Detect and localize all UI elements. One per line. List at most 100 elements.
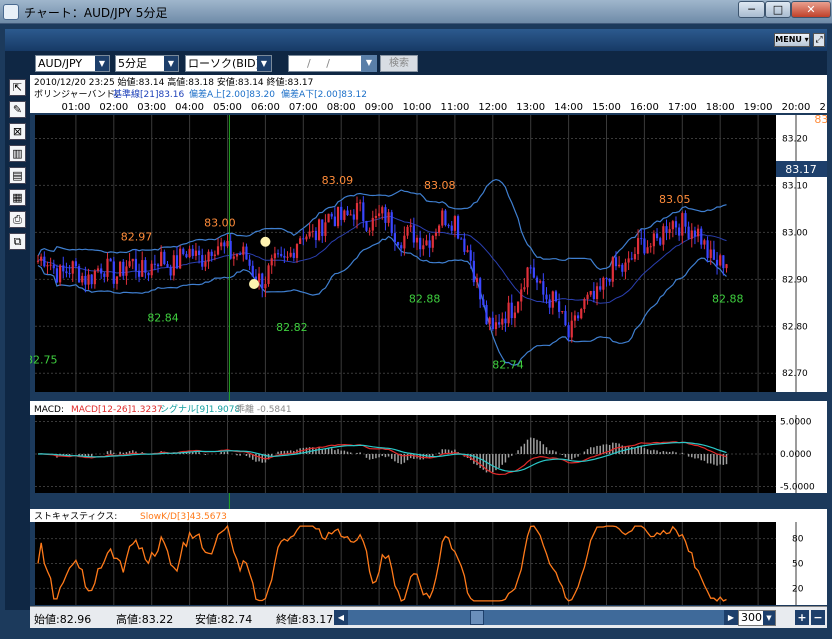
- note-icon[interactable]: ▦: [9, 189, 26, 206]
- bb-up-label: 偏差A上[2.00]83.20: [189, 88, 275, 100]
- macd-tick-label: -5.0000: [780, 483, 815, 493]
- indicator-icon[interactable]: ⊠: [9, 123, 26, 140]
- candle-body: [169, 267, 172, 276]
- scroll-right-arrow-icon[interactable]: ▶: [724, 610, 738, 625]
- candle-body: [412, 225, 415, 243]
- scroll-left-arrow-icon[interactable]: ◀: [334, 610, 348, 625]
- candle-body: [403, 235, 406, 249]
- candle-body: [450, 225, 453, 231]
- currency-pair-select[interactable]: AUD/JPY ▼: [35, 55, 110, 72]
- candle-body: [630, 258, 633, 260]
- candle-body: [321, 219, 324, 236]
- candle-body: [551, 291, 554, 308]
- candle-body: [197, 250, 201, 256]
- cursor-icon[interactable]: ⇱: [9, 79, 26, 96]
- candle-body: [684, 213, 687, 227]
- candle-body: [700, 228, 703, 245]
- candle-body: [340, 206, 343, 220]
- candle-body: [488, 317, 491, 325]
- candle-body: [479, 278, 482, 300]
- candle-body: [595, 286, 599, 300]
- pencil-icon[interactable]: ✎: [9, 101, 26, 118]
- candle-body: [235, 254, 239, 257]
- scrollbar-thumb[interactable]: [470, 610, 484, 625]
- marker-point[interactable]: [260, 236, 271, 247]
- minimize-button[interactable]: ─: [738, 1, 765, 18]
- annotation-label: 83.00: [204, 216, 236, 229]
- annotation-label: 82.75: [30, 354, 58, 367]
- maximize-button[interactable]: □: [765, 1, 791, 18]
- candle-body: [422, 245, 425, 250]
- candle-body: [103, 273, 106, 277]
- candle-body: [624, 262, 627, 272]
- candle-body: [655, 233, 659, 239]
- candle-body: [96, 268, 100, 271]
- candle-body: [153, 263, 156, 265]
- candle-body: [346, 210, 349, 216]
- candle-body: [715, 259, 719, 266]
- zoom-in-button[interactable]: +: [795, 610, 809, 625]
- candle-body: [589, 290, 592, 295]
- price-tick-label: 82.70: [782, 369, 808, 379]
- candle-body: [156, 264, 160, 267]
- candle-body: [283, 255, 286, 258]
- candle-body: [185, 254, 188, 258]
- x-tick-label: 10:00: [403, 102, 432, 113]
- candle-body: [611, 257, 614, 282]
- candle-body: [513, 312, 517, 319]
- bb-label: ボリンジャーバンド:: [34, 89, 118, 100]
- candle-body: [681, 213, 684, 236]
- chart-area[interactable]: 2010/12/20 23:25 始値:83.14 高値:83.18 安値:83…: [30, 75, 827, 607]
- candle-body: [264, 283, 267, 289]
- candle-body: [336, 206, 340, 227]
- candle-body: [223, 242, 226, 247]
- chevron-down-icon: ▼: [164, 56, 178, 71]
- candle-body: [330, 213, 333, 217]
- candle-body: [141, 260, 144, 277]
- candle-body: [207, 251, 210, 262]
- candle-body: [659, 238, 662, 245]
- candle-body: [469, 250, 472, 261]
- menu-button[interactable]: MENU ▾: [774, 33, 810, 47]
- candle-body: [308, 231, 311, 237]
- annotation-label: 83.05: [659, 193, 691, 206]
- calendar-dropdown-icon[interactable]: ▼: [361, 55, 377, 72]
- candle-body: [425, 240, 428, 246]
- candle-body: [456, 216, 460, 239]
- candle-body: [343, 210, 346, 220]
- candle-body: [444, 210, 447, 226]
- zoom-out-button[interactable]: −: [811, 610, 825, 625]
- search-button[interactable]: 検索: [380, 55, 418, 72]
- candle-body: [706, 240, 709, 258]
- annotation-label: 83.09: [322, 174, 354, 187]
- window-icon[interactable]: ⧉: [9, 233, 26, 250]
- candle-body: [131, 258, 134, 262]
- bb-dn-label: 偏差A下[2.00]83.12: [281, 88, 367, 100]
- x-tick-label: 06:00: [251, 102, 280, 113]
- candle-body: [668, 229, 671, 233]
- bar-count-select[interactable]: 300 ▼: [738, 610, 776, 626]
- candle-body: [396, 241, 400, 246]
- annotation-label: 83.22: [814, 113, 827, 126]
- print-icon[interactable]: ⎙: [9, 211, 26, 228]
- candle-body: [592, 290, 595, 300]
- candle-body: [529, 267, 532, 269]
- price-chart-svg[interactable]: 2010/12/20 23:25 始値:83.14 高値:83.18 安値:83…: [30, 75, 827, 607]
- marker-point[interactable]: [249, 279, 260, 290]
- expand-icon[interactable]: ⤢: [813, 33, 825, 47]
- candle-body: [501, 318, 504, 325]
- period-select[interactable]: 5分足 ▼: [115, 55, 179, 72]
- ruler-icon[interactable]: ▥: [9, 145, 26, 162]
- date-input[interactable]: / /: [288, 55, 362, 72]
- chart-type-select[interactable]: ローソク(BID) ▼: [185, 55, 272, 72]
- candle-body: [573, 315, 577, 321]
- bar-count-value: 300: [741, 611, 762, 624]
- candle-body: [213, 254, 216, 256]
- list-icon[interactable]: ▤: [9, 167, 26, 184]
- scrollbar-track[interactable]: [348, 610, 724, 625]
- candle-body: [649, 246, 652, 248]
- candle-body: [703, 240, 706, 245]
- x-tick-label: 04:00: [175, 102, 204, 113]
- close-button[interactable]: ✕: [791, 1, 831, 18]
- candle-body: [475, 278, 479, 283]
